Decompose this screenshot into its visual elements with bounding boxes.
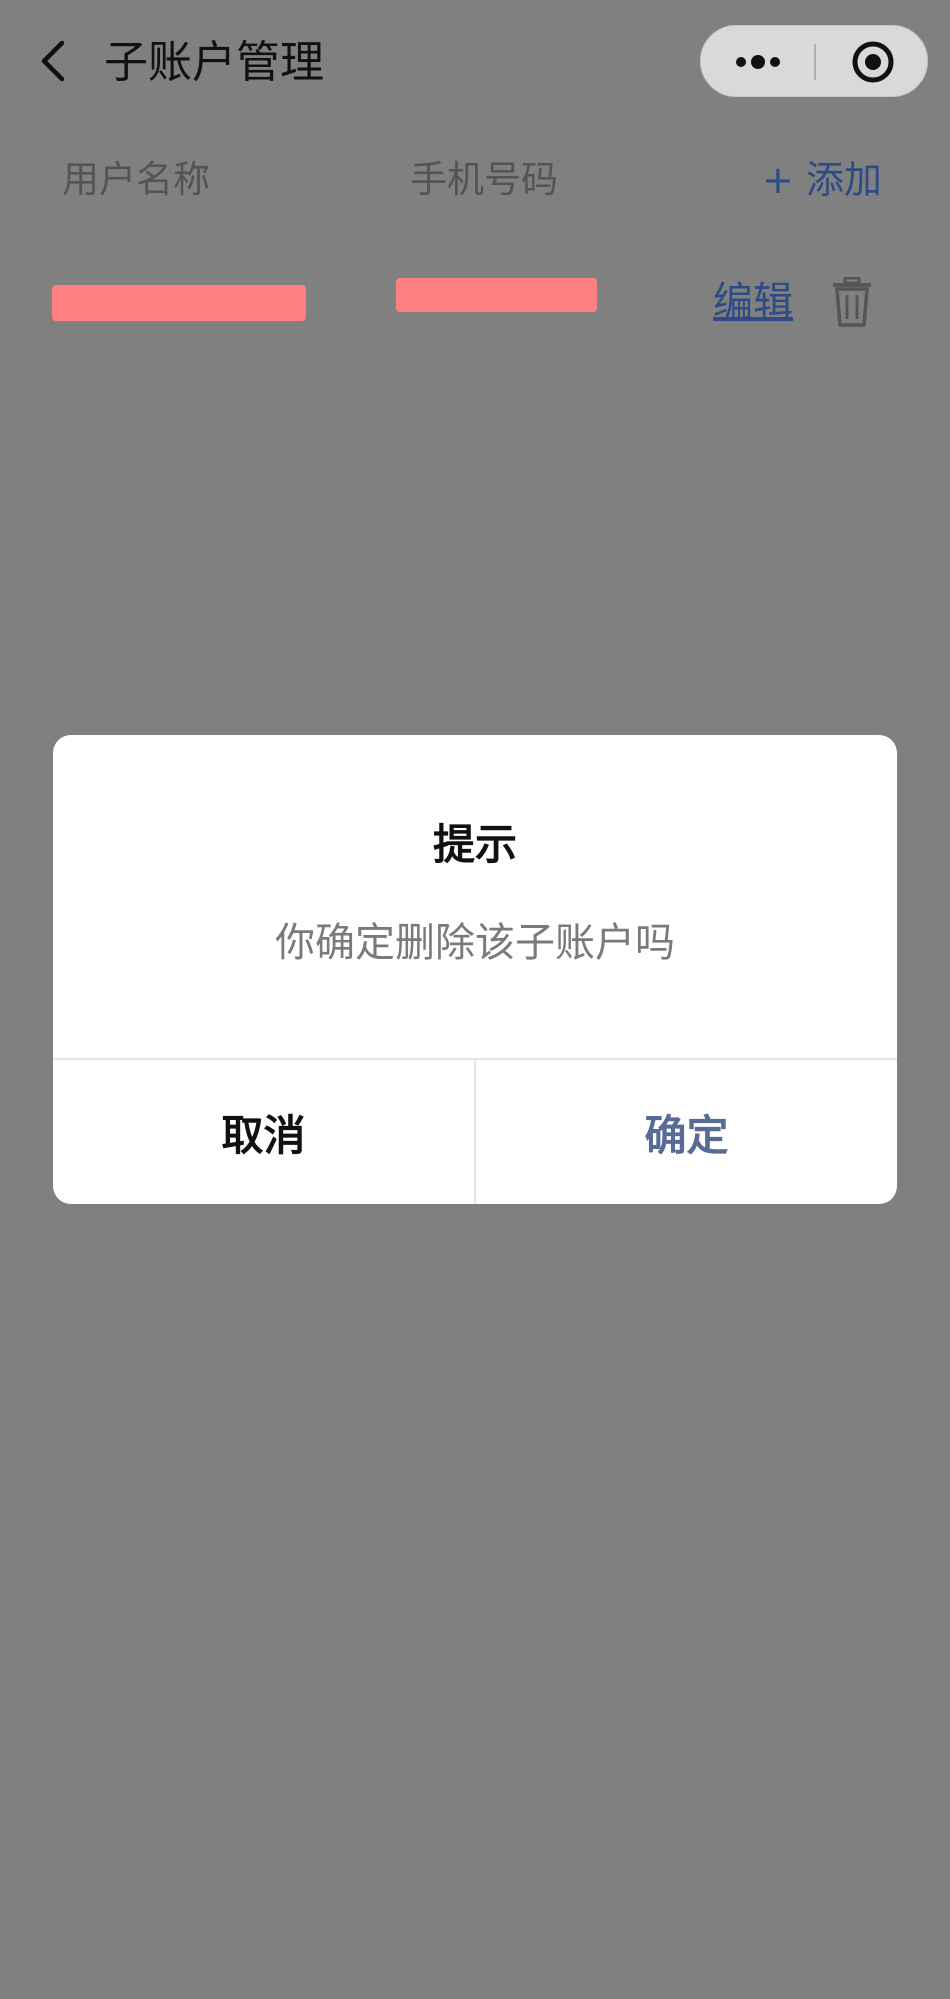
delete-button[interactable] (828, 272, 876, 332)
page: 子账户管理 用户名称 手机号码 + 添加 编辑 提示 你确定删除该子账户吗 取消… (0, 0, 950, 1999)
trash-icon (833, 277, 871, 327)
redacted-phone-number (396, 278, 597, 312)
confirm-dialog: 提示 你确定删除该子账户吗 取消 确定 (53, 735, 897, 1204)
table-row: 编辑 (0, 260, 950, 350)
navigation-bar: 子账户管理 (0, 0, 950, 125)
mini-program-capsule (700, 25, 928, 97)
dialog-message: 你确定删除该子账户吗 (275, 920, 675, 966)
table-header: 用户名称 手机号码 + 添加 (0, 140, 950, 220)
column-header-name: 用户名称 (62, 158, 210, 201)
more-dots-icon (735, 55, 780, 69)
add-sub-account-button[interactable]: + 添加 (762, 140, 882, 220)
chevron-left-icon (41, 40, 65, 82)
more-button[interactable] (701, 26, 814, 98)
target-close-icon (852, 41, 893, 83)
dialog-title: 提示 (432, 820, 517, 869)
confirm-button[interactable]: 确定 (476, 1060, 897, 1204)
column-header-phone: 手机号码 (410, 158, 558, 201)
redacted-user-name (52, 285, 306, 321)
cancel-button[interactable]: 取消 (53, 1060, 474, 1204)
edit-button[interactable]: 编辑 (713, 274, 793, 330)
back-button[interactable] (28, 28, 78, 94)
close-button[interactable] (816, 26, 929, 98)
page-title: 子账户管理 (104, 37, 324, 88)
